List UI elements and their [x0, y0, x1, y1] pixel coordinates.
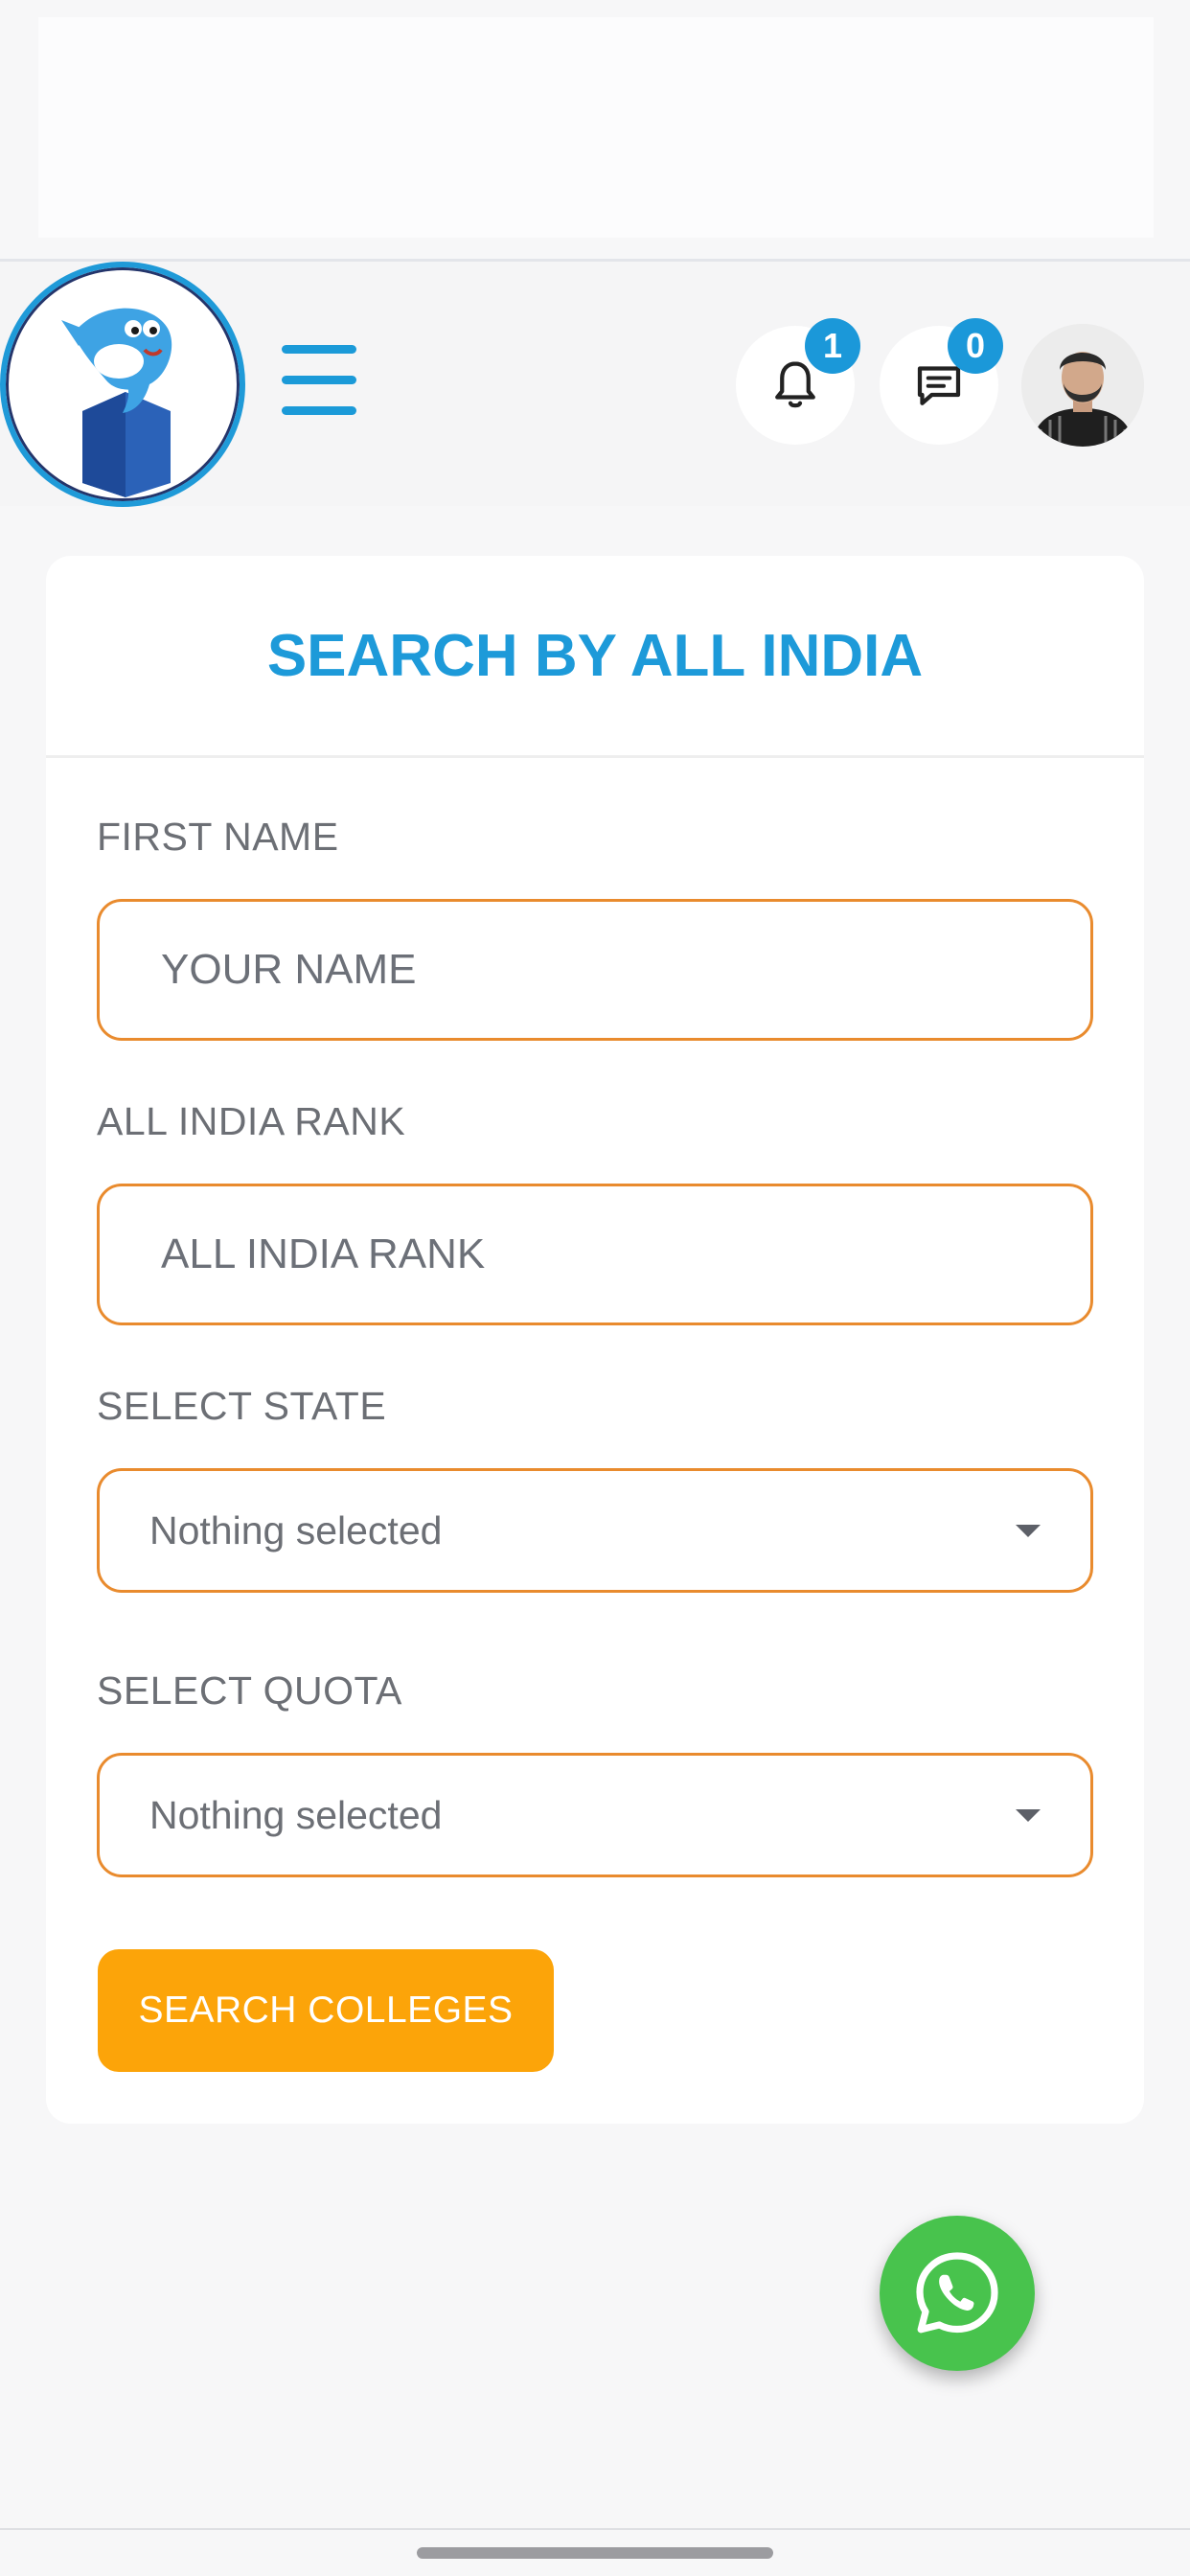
all-india-rank-label: ALL INDIA RANK [97, 1099, 406, 1143]
title-divider [46, 755, 1144, 758]
first-name-input[interactable] [97, 899, 1093, 1041]
whatsapp-icon [916, 2252, 998, 2334]
dolphin-logo-icon[interactable] [0, 262, 245, 507]
whatsapp-button[interactable] [880, 2216, 1035, 2371]
caret-down-icon [1016, 1809, 1041, 1822]
quota-select-value: Nothing selected [149, 1793, 443, 1837]
state-select[interactable]: Nothing selected [97, 1468, 1093, 1593]
home-indicator[interactable] [417, 2547, 773, 2559]
select-state-label: SELECT STATE [97, 1384, 387, 1428]
top-banner [38, 17, 1154, 238]
first-name-label: FIRST NAME [97, 815, 339, 859]
all-india-rank-input[interactable] [97, 1184, 1093, 1325]
state-select-value: Nothing selected [149, 1508, 443, 1552]
search-form-card: SEARCH BY ALL INDIA FIRST NAME ALL INDIA… [46, 556, 1144, 2124]
select-quota-label: SELECT QUOTA [97, 1668, 402, 1713]
user-avatar[interactable] [1021, 324, 1144, 447]
divider [0, 2528, 1190, 2530]
page-title: SEARCH BY ALL INDIA [266, 623, 924, 689]
message-count-badge: 0 [948, 318, 1003, 374]
caret-down-icon [1016, 1525, 1041, 1537]
hamburger-menu-icon[interactable] [278, 343, 360, 418]
notification-count-badge: 1 [805, 318, 860, 374]
search-colleges-button[interactable]: SEARCH COLLEGES [98, 1949, 554, 2072]
quota-select[interactable]: Nothing selected [97, 1753, 1093, 1877]
